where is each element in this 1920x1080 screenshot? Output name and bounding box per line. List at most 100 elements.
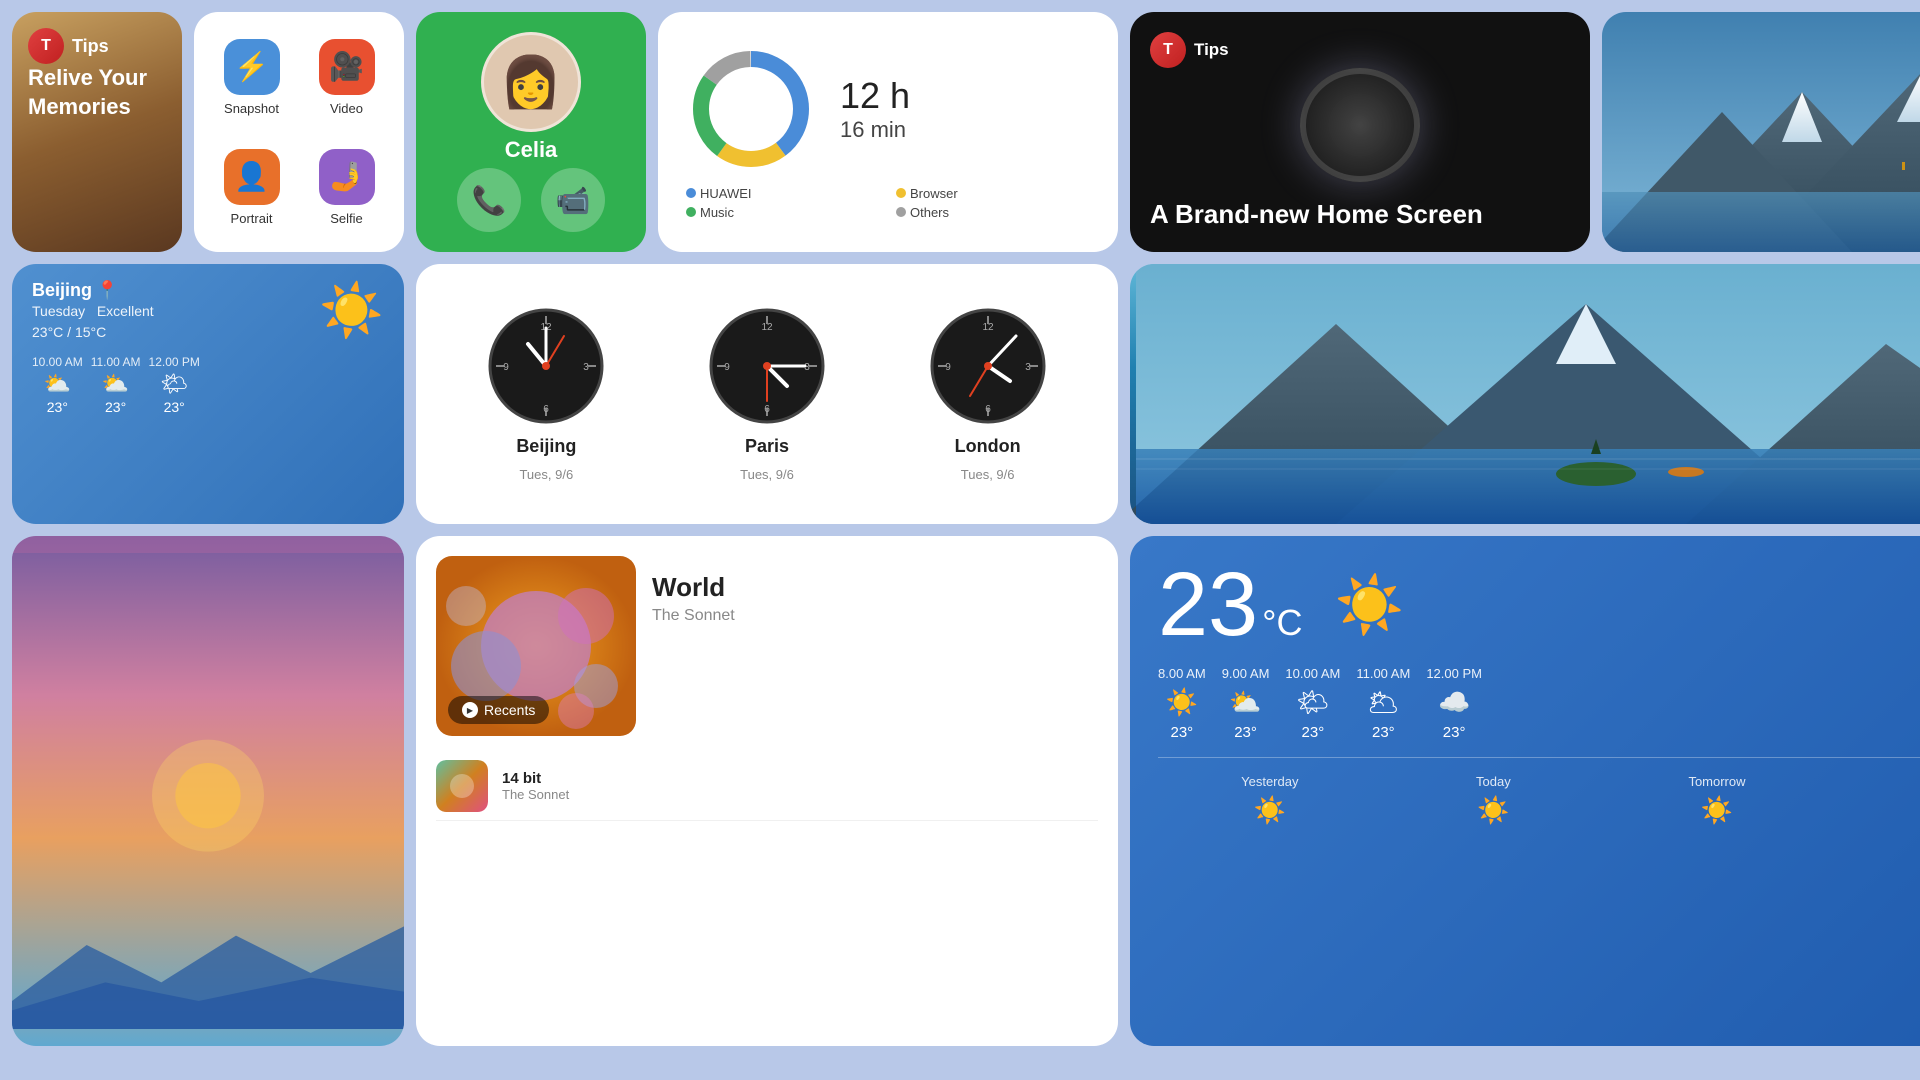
weather-hours-large: 8.00 AM ☀️ 23° 9.00 AM ⛅ 23° 10.00 AM 🌤 …	[1158, 666, 1920, 741]
recents-button[interactable]: ▶ Recents	[448, 696, 549, 724]
svg-text:6: 6	[544, 404, 550, 415]
portrait-icon: 👤	[224, 149, 280, 205]
video-label: Video	[330, 101, 363, 116]
tips-glow-circle	[1300, 68, 1420, 182]
snapshot-tool[interactable]: ⚡ Snapshot	[204, 22, 299, 132]
usage-mins: 16 min	[840, 117, 910, 143]
wh-12pm: 12.00 PM ☁️ 23°	[1426, 666, 1482, 741]
selfie-icon: 🤳	[319, 149, 375, 205]
wh-10am: 10.00 AM 🌤 23°	[1285, 666, 1340, 741]
wd-today: Today ☀️	[1382, 774, 1606, 826]
clock-beijing: 12 3 6 9 Beijing Tues, 9/6	[486, 306, 606, 482]
legend-huawei: HUAWEI	[686, 186, 880, 201]
portrait-tool[interactable]: 👤 Portrait	[204, 132, 299, 242]
tips-logo-icon: T	[28, 28, 64, 64]
usage-card: 12 h 16 min HUAWEI Browser Music Others	[658, 12, 1118, 252]
wd-yesterday: Yesterday ☀️	[1158, 774, 1382, 826]
svg-text:6: 6	[764, 404, 770, 415]
video-icon: 🎥	[319, 39, 375, 95]
legend-music: Music	[686, 205, 880, 220]
svg-text:9: 9	[504, 362, 510, 373]
clock-london-date: Tues, 9/6	[961, 467, 1015, 482]
tips-right-label: Tips	[1194, 40, 1229, 60]
selfie-tool[interactable]: 🤳 Selfie	[299, 132, 394, 242]
weather-large-sun-icon: ☀️	[1335, 572, 1405, 638]
scenic-mountain-card	[1602, 12, 1920, 252]
celia-avatar: 👩	[481, 32, 581, 132]
sunset-svg	[12, 536, 404, 1046]
video-tool[interactable]: 🎥 Video	[299, 22, 394, 132]
photo-sunset-card	[12, 536, 404, 1046]
weather-hour-10am: 10.00 AM ⛅ 23°	[32, 355, 83, 415]
music-title: World	[652, 572, 735, 603]
weather-days-row: Yesterday ☀️ Today ☀️ Tomorrow ☀️ Thu ☀️…	[1158, 757, 1920, 826]
analog-clock-beijing: 12 3 6 9	[486, 306, 606, 426]
svg-text:12: 12	[761, 322, 773, 333]
legend-others: Others	[896, 205, 1090, 220]
location-pin-icon: 📍	[96, 280, 118, 301]
music-track-1-artist: The Sonnet	[502, 787, 569, 802]
weather-large-temp: 23	[1158, 560, 1258, 650]
tips-label-top: Tips	[72, 36, 109, 57]
weather-left-details: Tuesday Excellent23°C / 15°C	[32, 301, 154, 343]
legend-browser: Browser	[896, 186, 1090, 201]
wh-11am: 11.00 AM 🌥 23°	[1356, 666, 1410, 741]
wd-thu: Thu ☀️	[1829, 774, 1920, 826]
lake-svg	[1130, 264, 1920, 524]
weather-unit: °C	[1262, 602, 1302, 644]
celia-name: Celia	[505, 137, 558, 163]
wd-tomorrow: Tomorrow ☀️	[1605, 774, 1829, 826]
svg-text:9: 9	[945, 362, 951, 373]
weather-hour-12pm: 12.00 PM 🌤 23°	[149, 355, 200, 415]
music-track-1-art	[436, 760, 488, 812]
clocks-card: 12 3 6 9 Beijing Tues, 9/6	[416, 264, 1118, 524]
celia-video-button[interactable]: 📹	[541, 168, 605, 232]
music-album-art: ▶ Recents	[436, 556, 636, 736]
snapshot-label: Snapshot	[224, 101, 279, 116]
svg-text:9: 9	[724, 362, 730, 373]
recents-label: Recents	[484, 702, 535, 718]
clock-paris: 12 3 6 9 Paris Tues, 9/6	[707, 306, 827, 482]
celia-card: 👩 Celia 📞 📹	[416, 12, 646, 252]
svg-text:3: 3	[804, 362, 810, 373]
analog-clock-paris: 12 3 6 9	[707, 306, 827, 426]
weather-left-city: Beijing 📍	[32, 280, 154, 301]
tips-right-logo: T	[1150, 32, 1186, 68]
usage-time: 12 h 16 min	[840, 75, 910, 143]
clock-paris-date: Tues, 9/6	[740, 467, 794, 482]
usage-legend: HUAWEI Browser Music Others	[686, 186, 1090, 220]
weather-hours-row-left: 10.00 AM ⛅ 23° 11.00 AM ⛅ 23° 12.00 PM 🌤…	[32, 355, 384, 415]
tips-card-right: T Tips A Brand-new Home Screen	[1130, 12, 1590, 252]
usage-hours: 12 h	[840, 75, 910, 117]
svg-text:3: 3	[584, 362, 590, 373]
clock-beijing-date: Tues, 9/6	[519, 467, 573, 482]
wh-8am: 8.00 AM ☀️ 23°	[1158, 666, 1206, 741]
clock-london: 12 3 6 9 London Tues, 9/6	[928, 306, 1048, 482]
weather-sun-icon: ☀️	[319, 280, 384, 341]
usage-donut-chart	[686, 44, 816, 174]
tips-card-top: T Tips Relive YourMemories	[12, 12, 182, 252]
wh-9am: 9.00 AM ⛅ 23°	[1222, 666, 1270, 741]
svg-text:12: 12	[982, 322, 994, 333]
tips-tagline: Relive YourMemories	[28, 64, 166, 121]
svg-text:6: 6	[985, 404, 991, 415]
celia-call-button[interactable]: 📞	[457, 168, 521, 232]
clock-london-label: London	[955, 436, 1021, 457]
selfie-label: Selfie	[330, 211, 363, 226]
clock-beijing-label: Beijing	[516, 436, 576, 457]
svg-text:3: 3	[1025, 362, 1031, 373]
tips-right-title: A Brand-new Home Screen	[1150, 198, 1570, 232]
weather-left-card: Beijing 📍 Tuesday Excellent23°C / 15°C ☀…	[12, 264, 404, 524]
music-track-1-title: 14 bit	[502, 770, 569, 787]
clock-paris-label: Paris	[745, 436, 789, 457]
weather-hour-11am: 11.00 AM ⛅ 23°	[91, 355, 141, 415]
snapshot-icon: ⚡	[224, 39, 280, 95]
portrait-label: Portrait	[231, 211, 273, 226]
weather-large-card: 23 °C ☀️ Beijing 📍 Tuesday Excellent 23°…	[1130, 536, 1920, 1046]
music-track-1[interactable]: 14 bit The Sonnet	[436, 752, 1098, 821]
scenic-lake-card	[1130, 264, 1920, 524]
music-main-info: World The Sonnet	[652, 556, 735, 625]
mountain-svg	[1602, 12, 1920, 252]
camera-tools-card: ⚡ Snapshot 🎥 Video 👤 Portrait 🤳 Selfie	[194, 12, 404, 252]
music-artist: The Sonnet	[652, 607, 735, 625]
